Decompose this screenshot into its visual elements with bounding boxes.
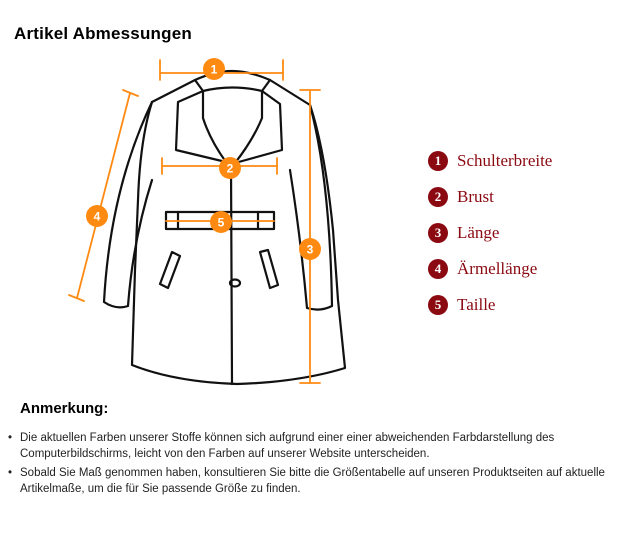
badge-3: 3 xyxy=(299,238,321,260)
legend-label: Ärmellänge xyxy=(457,259,538,278)
badge-2: 2 xyxy=(219,157,241,179)
note-item: • Sobald Sie Maß genommen haben, konsult… xyxy=(8,465,628,497)
measure-lines xyxy=(68,59,321,384)
legend-label: Brust xyxy=(457,187,494,206)
bullet-icon: • xyxy=(8,432,13,444)
badge-4: 4 xyxy=(86,205,108,227)
legend-label: Schulterbreite xyxy=(457,151,553,170)
legend-number: 1 xyxy=(428,151,448,171)
legend-item-waist: 5 Taille xyxy=(428,287,552,323)
measurement-legend: 1 Schulterbreite 2 Brust 3 Länge 4 Ärmel… xyxy=(428,143,552,323)
badge-4-label: 4 xyxy=(94,210,101,224)
note-text: Die aktuellen Farben unserer Stoffe könn… xyxy=(20,432,555,460)
badge-5: 5 xyxy=(210,211,232,233)
note-text: Sobald Sie Maß genommen haben, konsultie… xyxy=(20,467,605,495)
note-item: • Die aktuellen Farben unserer Stoffe kö… xyxy=(8,430,628,462)
notes-list: • Die aktuellen Farben unserer Stoffe kö… xyxy=(8,430,628,500)
badge-3-label: 3 xyxy=(307,243,314,257)
badge-1: 1 xyxy=(203,58,225,80)
sleeve-measure-line xyxy=(76,92,131,299)
notes-heading: Anmerkung: xyxy=(20,400,109,417)
badge-2-label: 2 xyxy=(227,162,234,176)
legend-number: 3 xyxy=(428,223,448,243)
legend-number: 2 xyxy=(428,187,448,207)
legend-label: Taille xyxy=(457,295,496,314)
legend-item-chest: 2 Brust xyxy=(428,179,552,215)
bullet-icon: • xyxy=(8,467,13,479)
legend-item-sleeve: 4 Ärmellänge xyxy=(428,251,552,287)
legend-number: 4 xyxy=(428,259,448,279)
legend-label: Länge xyxy=(457,223,500,242)
badge-1-label: 1 xyxy=(211,63,218,77)
badge-5-label: 5 xyxy=(218,216,225,230)
legend-item-shoulder: 1 Schulterbreite xyxy=(428,143,552,179)
legend-item-length: 3 Länge xyxy=(428,215,552,251)
legend-number: 5 xyxy=(428,295,448,315)
